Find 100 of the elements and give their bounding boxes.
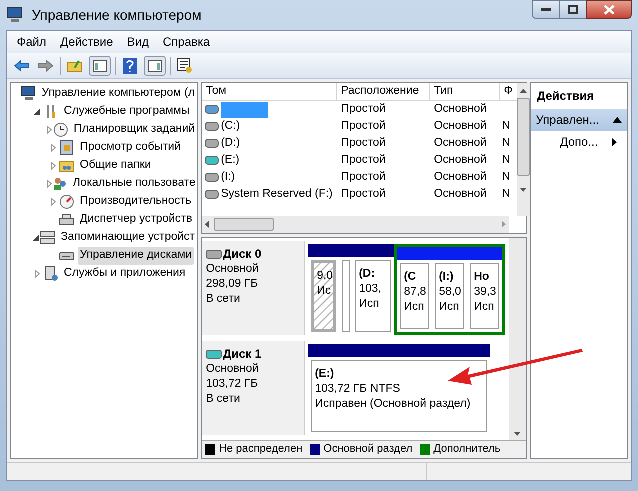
partition-text: (E:) bbox=[315, 367, 336, 382]
table-cell: Основной bbox=[434, 170, 487, 183]
legend-label: Основной раздел bbox=[324, 442, 413, 458]
table-cell: Основной bbox=[434, 102, 487, 115]
table-cell-text: N bbox=[501, 186, 512, 202]
show-action-pane-button[interactable] bbox=[144, 56, 166, 76]
forward-arrow-icon bbox=[38, 60, 54, 72]
collapsed-caret-icon[interactable] bbox=[50, 198, 56, 206]
minimize-button[interactable] bbox=[532, 0, 560, 19]
partition-block[interactable]: (D: 103, Исп bbox=[355, 260, 392, 332]
horizontal-scrollbar[interactable] bbox=[202, 216, 510, 233]
partition-text: (D: bbox=[359, 267, 376, 282]
partition-block[interactable]: 9,0 Ис bbox=[311, 260, 336, 332]
table-cell-text: N bbox=[501, 170, 512, 185]
scroll-left-icon bbox=[205, 221, 210, 228]
maximize-button[interactable] bbox=[560, 0, 586, 19]
partition-block[interactable] bbox=[342, 260, 350, 332]
redaction-block bbox=[221, 102, 268, 118]
table-cell-text: (I:) bbox=[221, 170, 236, 185]
collapsed-caret-icon[interactable] bbox=[47, 180, 52, 188]
more-actions-item[interactable]: Допо... bbox=[531, 131, 627, 153]
menu-item[interactable]: Справка bbox=[163, 33, 210, 51]
expanded-caret-icon[interactable] bbox=[32, 235, 39, 241]
disk-name: Диск 1 bbox=[223, 347, 262, 362]
table-cell-text: N bbox=[501, 152, 512, 168]
table-cell-text: System Reserved (F:) bbox=[221, 186, 333, 202]
tree-item[interactable]: Общие папки bbox=[78, 157, 154, 175]
column-header[interactable]: Тип bbox=[430, 83, 500, 100]
table-cell-text: N bbox=[501, 118, 512, 134]
table-cell: Простой bbox=[341, 136, 386, 149]
computer-icon bbox=[6, 7, 24, 23]
table-cell-text: (E:) bbox=[221, 152, 240, 168]
submenu-arrow-icon bbox=[612, 138, 617, 146]
table-cell: Простой bbox=[341, 120, 386, 132]
partition-block[interactable]: Но 39,3 Исп bbox=[470, 263, 500, 329]
partition-text: 87,8 bbox=[404, 285, 426, 300]
scroll-thumb[interactable] bbox=[516, 98, 530, 176]
tree-item[interactable]: Локальные пользовате bbox=[71, 175, 198, 193]
menu-item[interactable]: Вид bbox=[127, 33, 149, 51]
vertical-scrollbar[interactable] bbox=[516, 83, 530, 216]
tree-item[interactable]: Управление компьютером (л bbox=[40, 85, 198, 103]
actions-group-header[interactable]: Управлен... bbox=[531, 109, 627, 131]
vertical-scrollbar[interactable] bbox=[509, 238, 526, 440]
tree-item[interactable]: Запоминающие устройст bbox=[59, 229, 198, 247]
partition-text: 58,0 bbox=[439, 285, 460, 300]
table-cell: Основной bbox=[434, 188, 487, 200]
show-tree-button[interactable] bbox=[89, 56, 111, 76]
partition-text: 103,72 ГБ NTFS bbox=[315, 382, 402, 397]
collapsed-caret-icon[interactable] bbox=[50, 144, 56, 152]
collapsed-caret-icon[interactable] bbox=[47, 126, 52, 134]
tree-item[interactable]: Производительность bbox=[78, 193, 194, 211]
table-cell: Простой bbox=[341, 170, 386, 183]
minimize-icon bbox=[541, 8, 551, 11]
help-icon bbox=[123, 58, 137, 74]
actions-title: Действия bbox=[536, 88, 596, 105]
table-cell: Основной bbox=[434, 136, 487, 149]
partition-text: Исп bbox=[474, 300, 496, 315]
partition-text: 9,0 bbox=[317, 269, 330, 284]
table-cell-text: N bbox=[501, 136, 512, 151]
event-log-icon bbox=[59, 140, 75, 156]
partition-text: (I:) bbox=[439, 270, 455, 285]
panel-icon bbox=[148, 60, 162, 72]
back-arrow-icon bbox=[14, 60, 30, 72]
partition-text: Исправен (Основной раздел) bbox=[315, 397, 472, 412]
close-button[interactable] bbox=[586, 0, 632, 19]
column-header[interactable]: Ф bbox=[500, 83, 517, 100]
tree-item[interactable]: Управление дисками bbox=[78, 247, 194, 265]
device-icon bbox=[59, 212, 75, 228]
partition-text: (C bbox=[404, 270, 418, 285]
storage-icon bbox=[40, 230, 56, 246]
collapsed-caret-icon[interactable] bbox=[34, 270, 40, 278]
partition-block[interactable]: (I:) 58,0 Исп bbox=[435, 263, 464, 329]
properties-button[interactable] bbox=[175, 56, 195, 76]
partition-block[interactable]: (C 87,8 Исп bbox=[400, 263, 430, 329]
tree-item[interactable]: Службы и приложения bbox=[62, 265, 188, 283]
gauge-icon bbox=[59, 194, 75, 210]
partition-text: Исп bbox=[359, 297, 380, 312]
properties-gear-icon bbox=[177, 58, 193, 74]
expanded-caret-icon[interactable] bbox=[34, 109, 40, 115]
tree-item[interactable]: Диспетчер устройств bbox=[78, 211, 194, 229]
table-cell-text: (C:) bbox=[221, 118, 240, 134]
collapsed-caret-icon[interactable] bbox=[50, 162, 56, 170]
window-title: Управление компьютером bbox=[32, 6, 202, 25]
help-button[interactable] bbox=[120, 56, 140, 76]
tree-item[interactable]: Служебные программы bbox=[62, 103, 192, 121]
disk-info-text: В сети bbox=[206, 292, 242, 307]
table-cell: Основной bbox=[434, 120, 487, 132]
menu-item[interactable]: Файл bbox=[17, 33, 47, 51]
scroll-down-icon bbox=[520, 188, 527, 192]
column-header[interactable]: Том bbox=[202, 83, 338, 100]
tree-item[interactable]: Планировщик заданий bbox=[72, 121, 198, 139]
column-header[interactable]: Расположение bbox=[337, 83, 430, 100]
partition-block[interactable]: (E:) 103,72 ГБ NTFS Исправен (Основной раздел) bbox=[311, 360, 488, 432]
tree-item[interactable]: Просмотр событий bbox=[78, 139, 183, 157]
partition-text: Но bbox=[474, 270, 490, 285]
disk-info-text: Основной bbox=[206, 262, 260, 277]
partition-bar bbox=[397, 247, 432, 260]
menu-item[interactable]: Действие bbox=[60, 33, 114, 51]
scroll-thumb[interactable] bbox=[214, 218, 274, 231]
clock-icon bbox=[52, 122, 69, 138]
